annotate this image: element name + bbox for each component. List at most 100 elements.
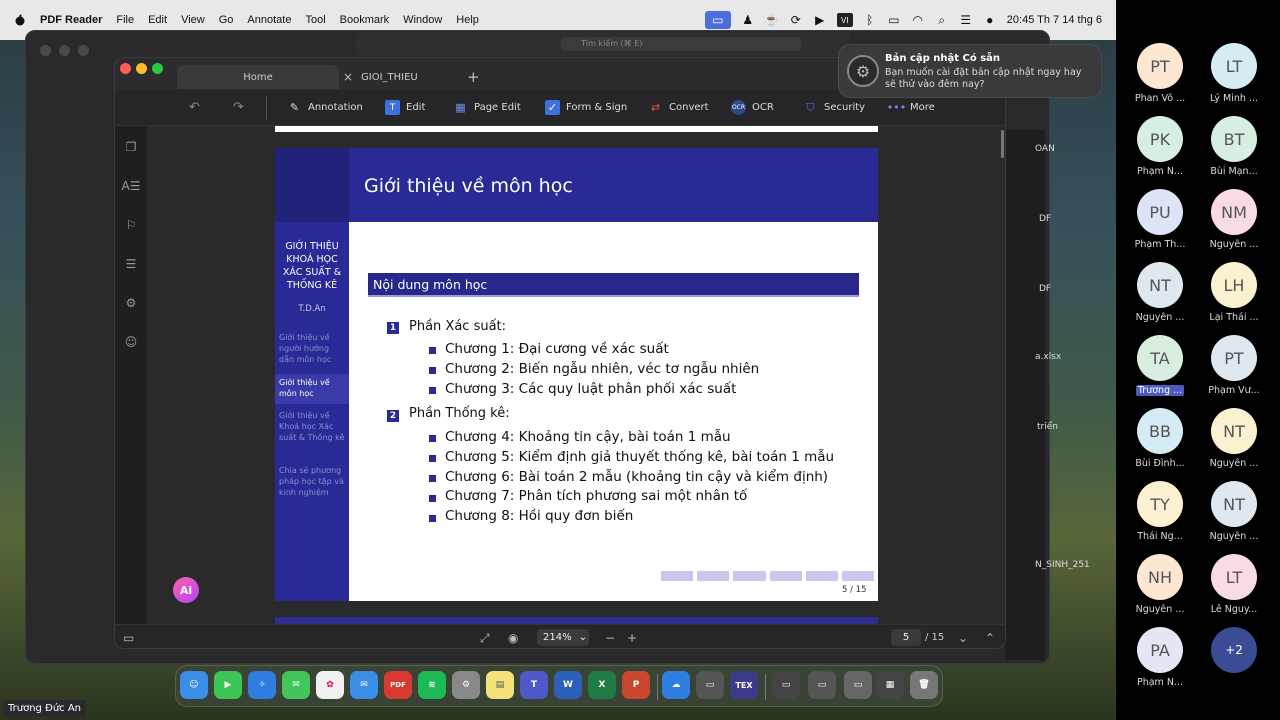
menu-view[interactable]: View — [181, 14, 205, 26]
settings-icon[interactable]: ⚙ — [124, 296, 138, 310]
new-tab-button[interactable]: + — [467, 65, 480, 89]
messages-icon[interactable]: ✉ — [282, 671, 310, 699]
reading-mode-eye-icon[interactable]: ◉ — [508, 631, 518, 645]
wifi-icon[interactable]: ◠ — [911, 13, 925, 27]
menu-app-name[interactable]: PDF Reader — [40, 14, 102, 26]
annotation-button[interactable]: ✎ Annotation — [287, 100, 363, 115]
zoom-select[interactable]: 214% ⌄ — [537, 629, 589, 646]
menu-file[interactable]: File — [116, 14, 134, 26]
recent-window-icon[interactable]: ▦ — [876, 671, 904, 699]
participant-tile[interactable]: LT Lê Nguy... — [1198, 554, 1270, 615]
menu-tool[interactable]: Tool — [305, 14, 325, 26]
recent-window-icon[interactable]: ▭ — [844, 671, 872, 699]
update-notification[interactable]: ⚙ Bản cập nhật Có sẵn Bạn muốn cài đặt b… — [838, 44, 1102, 98]
edit-button[interactable]: T Edit — [385, 100, 425, 115]
zoom-window-button[interactable] — [152, 63, 163, 74]
fit-page-icon[interactable]: ⤢ — [480, 631, 490, 646]
excel-icon[interactable]: X — [588, 671, 616, 699]
participant-tile[interactable]: PK Phạm N... — [1124, 116, 1196, 177]
robot-icon[interactable]: ☺ — [124, 335, 138, 349]
menu-window[interactable]: Window — [403, 14, 442, 26]
page-number-input[interactable]: 5 — [891, 629, 921, 646]
menu-help[interactable]: Help — [456, 14, 479, 26]
next-page-chevron-icon[interactable]: ⌄ — [958, 631, 968, 645]
menubar-clock[interactable]: 20:45 Th 7 14 thg 6 — [1007, 14, 1102, 26]
participant-tile[interactable]: PU Phạm Th... — [1124, 189, 1196, 250]
zoom-out-icon[interactable]: − — [605, 631, 615, 645]
ai-assistant-button[interactable]: Ai — [173, 577, 199, 603]
search-icon[interactable]: ⌕ — [935, 13, 949, 27]
sync-icon[interactable]: ⟳ — [789, 13, 803, 27]
participant-tile[interactable]: PT Phạm Vư... — [1198, 335, 1270, 396]
apple-logo-icon[interactable] — [14, 14, 26, 26]
security-button[interactable]: ⛉ Security — [803, 100, 865, 115]
teams-status-icon[interactable]: ♟ — [741, 13, 755, 27]
undo-icon[interactable]: ↶ — [189, 100, 200, 115]
bluetooth-icon[interactable]: ᛒ — [863, 13, 877, 27]
participant-tile[interactable]: NT Nguyễn ... — [1124, 262, 1196, 323]
participant-tile[interactable]: PA Phạm N... — [1124, 627, 1196, 688]
pages-icon[interactable]: ❐ — [124, 140, 138, 154]
slide-nav-item-active[interactable]: Giới thiệu về môn học — [279, 377, 345, 399]
panel-toggle-icon[interactable]: ▭ — [123, 631, 134, 645]
redo-icon[interactable]: ↷ — [233, 100, 244, 115]
slide-nav-item[interactable]: Chia sẻ phương pháp học tập và kinh nghi… — [279, 465, 345, 498]
onedrive-icon[interactable]: ☁ — [662, 671, 690, 699]
participant-tile[interactable]: NH Nguyễn ... — [1124, 554, 1196, 615]
participant-tile[interactable]: PT Phan Võ ... — [1124, 43, 1196, 104]
participant-tile[interactable]: LH Lại Thái ... — [1198, 262, 1270, 323]
slide-nav-item[interactable]: Giới thiệu về người hướng dẫn môn học — [279, 332, 345, 365]
safari-icon[interactable]: ✧ — [248, 671, 276, 699]
menu-annotate[interactable]: Annotate — [247, 14, 291, 26]
vertical-scrollbar[interactable] — [1001, 130, 1004, 158]
tab-gioi-thieu[interactable]: GIOI_THIEU — [347, 65, 457, 89]
previous-page-chevron-icon[interactable]: ⌃ — [985, 631, 995, 645]
bookmark-icon[interactable]: ⚐ — [124, 218, 138, 232]
tex-icon[interactable]: TEX — [730, 671, 758, 699]
battery-icon[interactable]: ▭ — [887, 13, 901, 27]
participant-tile[interactable]: BT Bùi Mạn... — [1198, 116, 1270, 177]
participant-tile[interactable]: NM Nguyễn ... — [1198, 189, 1270, 250]
notes-icon[interactable]: ▤ — [486, 671, 514, 699]
system-settings-icon[interactable]: ⚙ — [452, 671, 480, 699]
facetime-icon[interactable]: ▶ — [214, 671, 242, 699]
zoom-in-icon[interactable]: + — [627, 631, 637, 645]
play-icon[interactable]: ▶ — [813, 13, 827, 27]
text-outline-icon[interactable]: A☰ — [122, 179, 141, 193]
menu-edit[interactable]: Edit — [148, 14, 167, 26]
minimize-window-button[interactable] — [136, 63, 147, 74]
convert-button[interactable]: ⇄ Convert — [648, 100, 709, 115]
more-participants-button[interactable]: +2 — [1198, 627, 1270, 673]
menu-bookmark[interactable]: Bookmark — [340, 14, 390, 26]
powerpoint-icon[interactable]: P — [622, 671, 650, 699]
page-edit-button[interactable]: ▦ Page Edit — [453, 100, 520, 115]
more-button[interactable]: ••• More — [887, 100, 935, 115]
photos-icon[interactable]: ✿ — [316, 671, 344, 699]
siri-icon[interactable]: ● — [983, 13, 997, 27]
word-icon[interactable]: W — [554, 671, 582, 699]
spotify-icon[interactable]: ≋ — [418, 671, 446, 699]
participant-tile[interactable]: NT Nguyễn ... — [1198, 481, 1270, 542]
teams-search-input[interactable]: Tìm kiếm (⌘ E) — [561, 37, 801, 51]
list-icon[interactable]: ☰ — [124, 257, 138, 271]
document-view[interactable]: GIỚI THIỆU KHOÁ HỌC XÁC SUẤT & THỐNG KÊ … — [147, 126, 1005, 624]
recent-window-icon[interactable]: ▭ — [808, 671, 836, 699]
vi-keyboard-icon[interactable]: VI — [836, 13, 853, 27]
screen-share-icon[interactable]: ▭ — [704, 11, 731, 29]
participant-tile[interactable]: TY Thái Ng... — [1124, 481, 1196, 542]
trash-icon[interactable]: 🗑 — [910, 671, 938, 699]
control-center-icon[interactable]: ☰ — [959, 13, 973, 27]
close-window-button[interactable] — [120, 63, 131, 74]
participant-tile[interactable]: TA Trương ... — [1124, 335, 1196, 400]
recent-window-icon[interactable]: ▭ — [772, 671, 800, 699]
mail-icon[interactable]: ✉ — [350, 671, 378, 699]
coffee-icon[interactable]: ☕ — [764, 13, 779, 27]
tab-home[interactable]: Home × — [177, 65, 353, 89]
finder-icon[interactable]: ☺ — [180, 671, 208, 699]
participant-tile[interactable]: NT Nguyễn ... — [1198, 408, 1270, 469]
participant-tile[interactable]: BB Bùi Đình... — [1124, 408, 1196, 469]
teams-icon[interactable]: T — [520, 671, 548, 699]
pdf-reader-icon[interactable]: PDF — [384, 671, 412, 699]
preview-icon[interactable]: ▭ — [696, 671, 724, 699]
menu-go[interactable]: Go — [219, 14, 234, 26]
